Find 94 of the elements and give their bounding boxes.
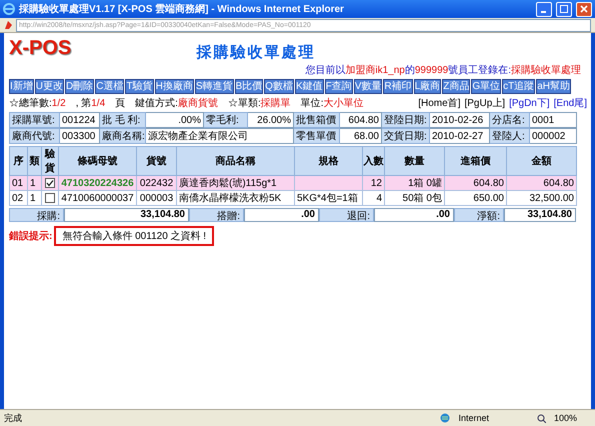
column-header: 序	[10, 146, 28, 176]
total-label: 搭贈:	[189, 208, 244, 222]
toolbar-button[interactable]: S轉進貨	[194, 79, 234, 94]
toolbar-button[interactable]: G單位	[471, 79, 502, 94]
column-header: 入數	[362, 146, 384, 176]
table-row[interactable]: 02 1 4710060000037 000003 南僑水晶檸檬洗衣粉5K 5KG*4包=1箱 4 50箱 0包 650.00 32,500.00	[10, 190, 576, 206]
toolbar-button[interactable]: F查詢	[324, 79, 353, 94]
table-cell: 50箱 0包	[384, 190, 444, 206]
field-label: 交貨日期:	[382, 128, 430, 144]
total-value: .00	[374, 208, 454, 222]
table-cell: 1	[28, 190, 42, 206]
table-cell: 02	[10, 190, 28, 206]
pager-link[interactable]: [PgDn下]	[509, 96, 550, 110]
security-zone: Internet	[458, 413, 489, 423]
field-label: 分店名:	[490, 112, 530, 128]
column-header: 類	[28, 146, 42, 176]
table-cell: 650.00	[444, 190, 506, 206]
table-cell: 4710060000037	[58, 190, 136, 206]
field-value[interactable]: 2010-02-26	[430, 112, 490, 128]
column-header: 進箱價	[444, 146, 506, 176]
toolbar-button[interactable]: B比價	[234, 79, 264, 94]
total-value: 33,104.80	[504, 208, 576, 222]
toolbar-button[interactable]: V數量	[354, 79, 382, 94]
field-value[interactable]: 604.80	[340, 112, 382, 128]
field-value[interactable]: 000002	[530, 128, 576, 144]
toolbar-button[interactable]: L廠商	[414, 79, 442, 94]
column-header: 驗貨	[42, 146, 58, 176]
field-label: 廠商代號:	[10, 128, 60, 144]
column-header: 規格	[294, 146, 362, 176]
pager-link[interactable]: [End尾]	[554, 96, 587, 110]
close-button[interactable]	[576, 2, 592, 16]
window-title: 採購驗收單處理V1.17 [X-POS 雲端商務網] - Windows Internet Explorer	[19, 2, 345, 16]
toolbar-button[interactable]: T驗貨	[125, 79, 154, 94]
status-text: 完成	[4, 412, 23, 424]
minimize-button[interactable]	[536, 2, 552, 16]
field-label: 登陸日期:	[382, 112, 430, 128]
total-label: 退回:	[319, 208, 374, 222]
column-header: 金額	[506, 146, 576, 176]
summary-text: ☆總筆數:1/2 , 第1/4 頁 鍵值方式:廠商貨號 ☆單類:採購單 單位:大小單位	[9, 96, 364, 110]
table-cell: 5KG*4包=1箱	[294, 190, 362, 206]
total-label: 淨額:	[454, 208, 504, 222]
field-label: 採購單號:	[10, 112, 60, 128]
column-header: 數量	[384, 146, 444, 176]
field-value[interactable]: 2010-02-27	[430, 128, 490, 144]
toolbar-button[interactable]: I新增	[9, 79, 34, 94]
page-heading: 採購驗收單處理	[196, 43, 316, 62]
column-header: 貨號	[136, 146, 176, 176]
toolbar-button[interactable]: R補印	[383, 79, 413, 94]
field-label: 零毛利:	[204, 112, 248, 128]
field-value[interactable]: 26.00%	[248, 112, 294, 128]
toolbar-button[interactable]: Z商品	[442, 79, 470, 94]
column-header: 商品名稱	[176, 146, 294, 176]
logo: X-POS	[9, 37, 72, 60]
zoom-level[interactable]: 100%	[554, 413, 577, 423]
maximize-button[interactable]	[556, 2, 572, 16]
globe-icon	[440, 413, 450, 423]
field-value[interactable]: 0001	[530, 112, 576, 128]
maximize-icon	[560, 5, 568, 13]
total-label: 採購:	[9, 208, 64, 222]
toolbar-button[interactable]: C選檔	[95, 79, 124, 94]
checkbox[interactable]	[45, 178, 55, 188]
toolbar-button[interactable]: cT追蹤	[502, 79, 536, 94]
table-cell: 000003	[136, 190, 176, 206]
column-header: 條碼母號	[58, 146, 136, 176]
toolbar-button[interactable]: aH幫助	[536, 79, 571, 94]
toolbar-button[interactable]: H換廠商	[154, 79, 194, 94]
field-label: 批 毛 利:	[100, 112, 146, 128]
table-cell: 4	[362, 190, 384, 206]
total-value: .00	[244, 208, 319, 222]
field-value[interactable]: 68.00	[340, 128, 382, 144]
table-cell: 32,500.00	[506, 190, 576, 206]
toolbar-button[interactable]: Q數檔	[264, 79, 294, 94]
table-cell: 南僑水晶檸檬洗衣粉5K	[176, 190, 294, 206]
field-value[interactable]: 003300	[60, 128, 100, 144]
close-icon	[580, 5, 588, 13]
error-label: 錯誤提示:	[9, 230, 52, 243]
field-label: 批售箱價	[294, 112, 340, 128]
checkbox[interactable]	[45, 192, 55, 203]
toolbar-button[interactable]: D刪除	[65, 79, 94, 94]
field-value[interactable]: .00%	[146, 112, 204, 128]
total-value: 33,104.80	[64, 208, 189, 222]
magnifier-icon	[536, 414, 546, 422]
field-label: 零售單價	[294, 128, 340, 144]
login-info: 您目前以加盟商ik1_np的999999號員工登錄在:採購驗收單處理	[304, 64, 582, 77]
browser-icon	[3, 3, 15, 15]
toolbar-button[interactable]: U更改	[34, 79, 64, 94]
error-message: 無符合輸入條件 001120 之資料 !	[54, 226, 214, 246]
field-value[interactable]: 源宏物產企業有限公司	[146, 128, 294, 144]
page-icon	[4, 20, 13, 30]
toolbar-button[interactable]: K鍵值	[294, 79, 324, 94]
field-value[interactable]: 001224	[60, 112, 100, 128]
field-label: 登陸人:	[490, 128, 530, 144]
field-label: 廠商名稱:	[100, 128, 146, 144]
table-row[interactable]: 01 1 4710320224326 022432 廣達香肉鬆(琥)115g*1 12 1箱 0罐 604.80 604.80	[10, 176, 576, 190]
